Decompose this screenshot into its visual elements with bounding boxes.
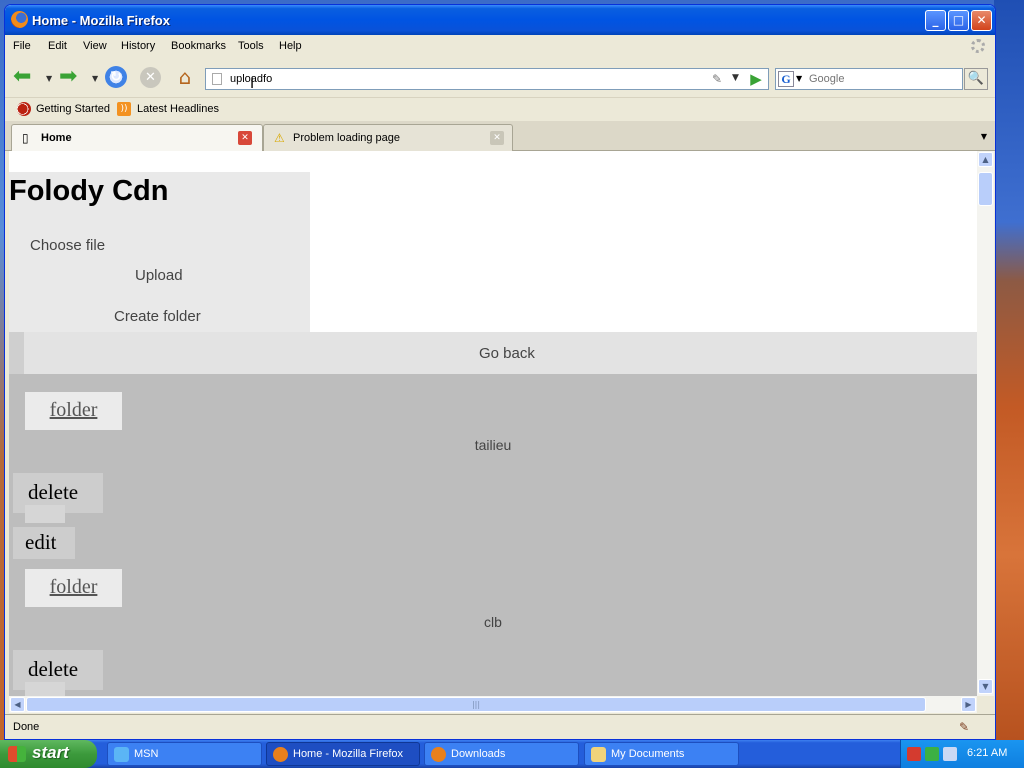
- page-icon: [212, 73, 222, 85]
- menu-view[interactable]: View: [83, 40, 107, 52]
- scroll-down-icon[interactable]: ▼: [978, 679, 993, 694]
- back-history-dropdown-icon[interactable]: ▼: [46, 74, 52, 83]
- taskbar-item-my-documents[interactable]: My Documents: [584, 742, 739, 766]
- feed-icon[interactable]: ✎: [712, 72, 722, 86]
- item-spacer: [25, 505, 65, 523]
- item-spacer: [25, 682, 65, 696]
- tray-messenger-icon[interactable]: [925, 747, 939, 761]
- folder-link[interactable]: folder: [25, 569, 122, 607]
- taskbar-item-label: Downloads: [451, 748, 506, 760]
- scroll-left-icon[interactable]: ◀: [10, 697, 25, 712]
- tab-label: Problem loading page: [293, 132, 401, 144]
- firefox-icon: [11, 11, 28, 28]
- desktop-background: [994, 0, 1024, 740]
- rss-icon: )): [117, 102, 131, 116]
- go-back-bar-edge: [9, 332, 24, 374]
- taskbar-item-label: MSN: [134, 748, 159, 760]
- menu-bar: File Edit View History Bookmarks Tools H…: [5, 35, 995, 57]
- address-bar[interactable]: uploadfo ✎ ▼: [205, 68, 769, 90]
- back-button[interactable]: ⬅: [13, 65, 31, 89]
- create-folder-button[interactable]: Create folder: [114, 308, 201, 325]
- bookmarks-toolbar: Getting Started )) Latest Headlines: [5, 97, 995, 121]
- url-history-dropdown-icon[interactable]: ▼: [732, 73, 739, 83]
- folder-name: tailieu: [474, 437, 512, 453]
- title-bar[interactable]: Home - Mozilla Firefox _ □ ✕: [5, 5, 995, 35]
- folder-icon: [591, 747, 606, 762]
- taskbar-item-firefox[interactable]: Home - Mozilla Firefox: [266, 742, 420, 766]
- stop-button[interactable]: ✕: [140, 67, 161, 88]
- taskbar: start MSN Home - Mozilla Firefox Downloa…: [0, 740, 1024, 768]
- horizontal-scroll-thumb[interactable]: |||: [26, 697, 926, 712]
- bookmark-latest-headlines[interactable]: Latest Headlines: [137, 103, 219, 115]
- tab-strip: ▯ Home ✕ ⚠ Problem loading page ✕ ▼: [5, 121, 995, 151]
- go-back-button[interactable]: Go back: [479, 345, 535, 362]
- tab-problem-loading[interactable]: ⚠ Problem loading page ✕: [263, 124, 513, 151]
- taskbar-item-label: Home - Mozilla Firefox: [293, 748, 404, 760]
- edit-button[interactable]: edit: [13, 527, 75, 559]
- tray-security-icon[interactable]: [943, 747, 957, 761]
- tray-network-icon[interactable]: [907, 747, 921, 761]
- forward-button[interactable]: ➡: [59, 65, 77, 89]
- tab-close-icon[interactable]: ✕: [490, 131, 504, 145]
- msn-icon: [114, 747, 129, 762]
- search-input[interactable]: [809, 73, 959, 85]
- taskbar-item-downloads[interactable]: Downloads: [424, 742, 579, 766]
- google-engine-icon[interactable]: G: [778, 71, 794, 87]
- menu-edit[interactable]: Edit: [48, 40, 67, 52]
- horizontal-scrollbar[interactable]: ◀ ||| ▶: [9, 696, 977, 713]
- search-box[interactable]: G ▼: [775, 68, 963, 90]
- scroll-up-icon[interactable]: ▲: [978, 152, 993, 167]
- clock: 6:21 AM: [967, 747, 1008, 759]
- upload-button[interactable]: Upload: [135, 267, 183, 284]
- taskbar-item-label: My Documents: [611, 748, 685, 760]
- menu-bookmarks[interactable]: Bookmarks: [171, 40, 226, 52]
- menu-history[interactable]: History: [121, 40, 155, 52]
- minimize-button[interactable]: _: [925, 10, 946, 31]
- close-button[interactable]: ✕: [971, 10, 992, 31]
- page-content: Folody Cdn Choose file Upload Create fol…: [9, 151, 977, 696]
- folder-link[interactable]: folder: [25, 392, 122, 430]
- maximize-button[interactable]: □: [948, 10, 969, 31]
- navigation-toolbar: ⬅ ▼ ➡ ▼ ↻ ✕ ⌂ uploadfo ✎ ▼ ▶ G ▼ 🔍: [5, 57, 995, 97]
- tab-close-icon[interactable]: ✕: [238, 131, 252, 145]
- warning-icon: ⚠: [274, 131, 285, 145]
- tab-label: Home: [41, 132, 72, 144]
- go-button[interactable]: ▶: [746, 69, 766, 89]
- firefox-window: Home - Mozilla Firefox _ □ ✕ File Edit V…: [4, 4, 996, 740]
- windows-logo-icon: [8, 746, 26, 762]
- system-tray: 6:21 AM: [900, 740, 1024, 768]
- start-button[interactable]: start: [0, 740, 97, 768]
- text-cursor-icon: I: [250, 76, 255, 92]
- choose-file-button[interactable]: Choose file: [30, 237, 105, 254]
- firefox-icon: [273, 747, 288, 762]
- menu-tools[interactable]: Tools: [238, 40, 264, 52]
- window-title: Home - Mozilla Firefox: [32, 13, 170, 28]
- status-bar: Done ✎: [5, 714, 995, 739]
- start-label: start: [32, 743, 69, 762]
- menu-help[interactable]: Help: [279, 40, 302, 52]
- search-engine-dropdown-icon[interactable]: ▼: [796, 74, 802, 83]
- tab-home[interactable]: ▯ Home ✕: [11, 124, 263, 151]
- vertical-scroll-thumb[interactable]: [978, 172, 993, 206]
- page-title: Folody Cdn: [9, 175, 169, 207]
- page-icon: ▯: [22, 131, 29, 145]
- firefox-bookmark-icon: [17, 102, 31, 116]
- vertical-scrollbar[interactable]: ▲ ▼: [977, 151, 994, 696]
- status-text: Done: [13, 721, 40, 733]
- folder-listing: folder tailieu delete edit folder clb de…: [9, 374, 977, 696]
- forward-history-dropdown-icon[interactable]: ▼: [92, 74, 98, 83]
- home-button[interactable]: ⌂: [173, 65, 197, 89]
- bookmark-getting-started[interactable]: Getting Started: [36, 103, 110, 115]
- menu-file[interactable]: File: [13, 40, 31, 52]
- taskbar-item-msn[interactable]: MSN: [107, 742, 262, 766]
- reload-button[interactable]: ↻: [105, 66, 127, 88]
- search-button[interactable]: 🔍: [964, 68, 988, 90]
- throbber-icon: [971, 39, 985, 53]
- security-icon[interactable]: ✎: [959, 720, 969, 734]
- tab-list-dropdown-icon[interactable]: ▼: [975, 125, 993, 149]
- firefox-icon: [431, 747, 446, 762]
- go-back-bar[interactable]: Go back: [9, 332, 977, 374]
- folder-name: clb: [484, 614, 502, 630]
- scroll-right-icon[interactable]: ▶: [961, 697, 976, 712]
